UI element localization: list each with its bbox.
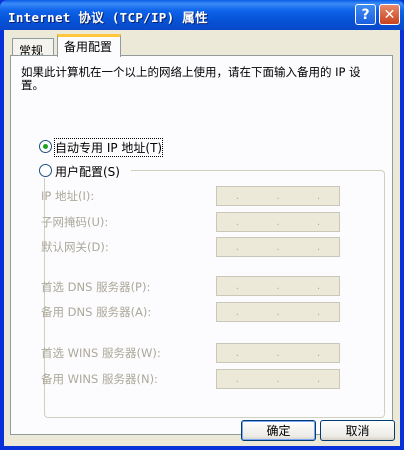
preferred-wins-field[interactable]: ... [216, 343, 340, 363]
preferred-dns-label: 首选 DNS 服务器(P): [41, 280, 151, 294]
user-config-label[interactable]: 用户配置(S) [55, 163, 120, 180]
cancel-button[interactable]: 取消 [320, 420, 395, 441]
description-text: 如果此计算机在一个以上的网络上使用，请在下面输入备用的 IP 设置。 [21, 65, 361, 92]
alternate-wins-field[interactable]: ... [216, 369, 340, 389]
tab-alternate-config[interactable]: 备用配置 [57, 34, 121, 57]
alternate-dns-field[interactable]: ... [216, 302, 340, 322]
title-bar[interactable]: Internet 协议 (TCP/IP) 属性 ? ✕ [0, 0, 404, 30]
preferred-dns-field[interactable]: ... [216, 276, 340, 296]
help-icon: ? [361, 6, 370, 23]
close-button[interactable]: ✕ [379, 4, 400, 25]
window-title: Internet 协议 (TCP/IP) 属性 [8, 10, 208, 25]
preferred-wins-label: 首选 WINS 服务器(W): [41, 346, 161, 360]
ok-button[interactable]: 确定 [241, 420, 316, 441]
default-gateway-label: 默认网关(D): [41, 240, 109, 254]
auto-ip-label[interactable]: 自动专用 IP 地址(T) [53, 138, 164, 157]
dialog-body: 常规 备用配置 如果此计算机在一个以上的网络上使用，请在下面输入备用的 IP 设… [4, 30, 400, 446]
help-button[interactable]: ? [355, 4, 376, 25]
ip-address-field[interactable]: ... [216, 186, 340, 206]
default-gateway-field[interactable]: ... [216, 237, 340, 257]
user-config-radio[interactable] [39, 164, 52, 177]
subnet-mask-label: 子网掩码(U): [41, 215, 109, 229]
ip-address-label: IP 地址(I): [41, 189, 95, 203]
close-icon: ✕ [383, 6, 396, 23]
subnet-mask-field[interactable]: ... [216, 212, 340, 232]
dialog-window: Internet 协议 (TCP/IP) 属性 ? ✕ 常规 备用配置 如果此计… [0, 0, 404, 450]
alternate-dns-label: 备用 DNS 服务器(A): [41, 305, 152, 319]
alternate-wins-label: 备用 WINS 服务器(N): [41, 372, 158, 386]
auto-ip-radio[interactable] [39, 140, 52, 153]
tab-panel: 如果此计算机在一个以上的网络上使用，请在下面输入备用的 IP 设置。 自动专用 … [10, 55, 393, 435]
